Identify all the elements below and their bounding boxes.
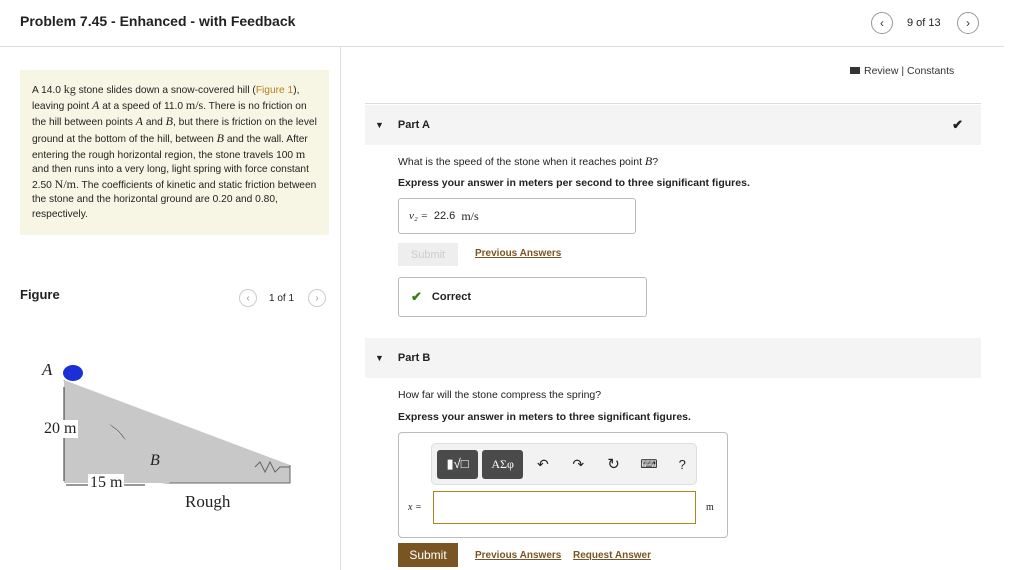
point-a-label: A xyxy=(42,360,53,379)
chevron-left-icon: ‹ xyxy=(880,16,884,30)
constants-link[interactable]: Constants xyxy=(907,65,954,77)
var: B xyxy=(165,114,174,129)
page-indicator: 9 of 13 xyxy=(907,17,941,29)
answer-value: 22.6 xyxy=(433,210,456,222)
review-constants: Review | Constants xyxy=(850,65,954,77)
unit: kg xyxy=(63,82,76,96)
header-divider xyxy=(0,46,1004,47)
feedback-text: Correct xyxy=(431,291,472,303)
unit: N/m xyxy=(54,177,77,192)
part-b-instruction: Express your answer in meters to three s… xyxy=(398,411,691,423)
checkmark-icon: ✔ xyxy=(411,289,422,304)
part-b-answer-input[interactable] xyxy=(433,491,696,524)
text: at a speed of 11.0 xyxy=(99,101,186,113)
var: A xyxy=(135,114,143,129)
text: ? xyxy=(652,156,659,168)
point-b-label: B xyxy=(150,452,160,469)
part-b-answer-box: ▮√□ AΣφ ↶ ↷ ↻ ⌨ ? x = m xyxy=(398,432,728,538)
caret-down-icon: ▼ xyxy=(375,353,384,363)
symbols-button[interactable]: AΣφ xyxy=(482,449,524,479)
panel-divider xyxy=(340,46,341,570)
page-title: Problem 7.45 - Enhanced - with Feedback xyxy=(20,13,296,29)
separator: | xyxy=(901,65,905,77)
figure-link[interactable]: Figure 1 xyxy=(256,85,293,96)
part-a-instruction: Express your answer in meters per second… xyxy=(398,177,750,189)
part-a-previous-answers-link[interactable]: Previous Answers xyxy=(475,248,561,259)
book-icon xyxy=(850,67,860,74)
part-b-question: How far will the stone compress the spri… xyxy=(398,389,602,401)
correct-feedback: ✔ Correct xyxy=(398,277,647,317)
problem-statement: A 14.0 kg stone slides down a snow-cover… xyxy=(20,70,329,235)
part-a-submit-button[interactable]: Submit xyxy=(398,243,458,266)
request-answer-link[interactable]: Request Answer xyxy=(573,550,651,561)
text: What is the speed of the stone when it r… xyxy=(398,156,645,168)
keyboard-icon[interactable]: ⌨ xyxy=(633,457,664,471)
figure-label: Figure xyxy=(20,287,60,302)
part-a-title: Part A xyxy=(397,119,430,131)
chevron-right-icon: › xyxy=(966,16,970,30)
stone-shape xyxy=(63,365,83,381)
var: B xyxy=(216,130,224,145)
width-label: 15 m xyxy=(88,474,125,492)
hill-figure xyxy=(63,365,291,486)
unit: m/s xyxy=(185,98,204,113)
chevron-right-icon: › xyxy=(315,292,319,304)
previous-problem-button[interactable]: ‹ xyxy=(871,12,893,34)
part-b-title: Part B xyxy=(397,352,431,364)
divider xyxy=(365,103,981,104)
help-button[interactable]: ? xyxy=(669,457,696,472)
rough-label: Rough xyxy=(185,492,231,511)
reset-icon[interactable]: ↻ xyxy=(598,455,629,473)
undo-icon[interactable]: ↶ xyxy=(527,456,558,473)
review-link[interactable]: Review xyxy=(864,65,898,77)
answer-label: x = xyxy=(408,502,422,513)
redo-icon[interactable]: ↷ xyxy=(563,456,594,473)
next-problem-button[interactable]: › xyxy=(957,12,979,34)
answer-label: v₂ = xyxy=(409,210,428,222)
part-a-answer-box: v₂ = 22.6 m/s xyxy=(398,198,636,234)
part-a-header[interactable]: ▼ Part A ✔ xyxy=(365,105,981,145)
chevron-left-icon: ‹ xyxy=(246,292,250,304)
checkmark-icon: ✔ xyxy=(952,117,963,132)
figure-pager: 1 of 1 xyxy=(269,293,295,304)
unit: m xyxy=(295,146,306,161)
templates-button[interactable]: ▮√□ xyxy=(437,449,479,479)
figure-prev-button[interactable]: ‹ xyxy=(239,289,257,307)
text: stone slides down a snow-covered hill ( xyxy=(75,85,256,96)
height-label: 20 m xyxy=(42,420,79,438)
part-b-header[interactable]: ▼ Part B xyxy=(365,338,981,378)
math-toolbar: ▮√□ AΣφ ↶ ↷ ↻ ⌨ ? xyxy=(431,443,697,485)
answer-unit: m/s xyxy=(461,208,479,223)
part-a-question: What is the speed of the stone when it r… xyxy=(398,154,658,169)
text: A 14.0 xyxy=(32,85,64,96)
part-b-previous-answers-link[interactable]: Previous Answers xyxy=(475,550,561,561)
answer-unit: m xyxy=(706,502,714,513)
caret-down-icon: ▼ xyxy=(375,120,384,130)
part-b-submit-button[interactable]: Submit xyxy=(398,543,458,567)
text: and xyxy=(143,117,166,129)
figure-next-button[interactable]: › xyxy=(308,289,326,307)
